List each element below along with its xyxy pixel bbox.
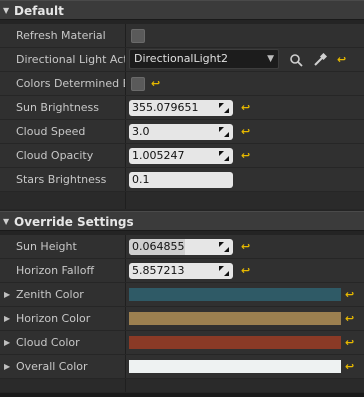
column-divider bbox=[125, 192, 126, 209]
property-label: Cloud Speed bbox=[16, 125, 86, 138]
property-label: Horizon Color bbox=[16, 312, 91, 325]
row-refresh-material: Refresh Material bbox=[0, 24, 364, 48]
drag-arrows-icon[interactable] bbox=[219, 127, 229, 137]
row-stars-brightness: Stars Brightness 0.1 bbox=[0, 168, 364, 192]
row-horizon-color: ▶ Horizon Color ↩ bbox=[0, 307, 364, 331]
row-directional-light-actor: Directional Light Actor DirectionalLight… bbox=[0, 48, 364, 72]
reset-arrow-icon[interactable]: ↩ bbox=[337, 48, 346, 72]
drag-arrows-icon[interactable] bbox=[219, 103, 229, 113]
horizon-falloff-input[interactable]: 5.857213 bbox=[129, 263, 233, 279]
section-spacer bbox=[0, 192, 364, 210]
column-divider[interactable] bbox=[125, 144, 126, 167]
zenith-color-swatch[interactable] bbox=[129, 288, 341, 301]
triangle-right-icon[interactable]: ▶ bbox=[4, 331, 10, 355]
numeric-value: 5.857213 bbox=[132, 264, 185, 277]
property-label: Sun Brightness bbox=[16, 101, 100, 114]
column-divider[interactable] bbox=[125, 331, 126, 354]
sun-height-slider[interactable]: 0.064855 bbox=[129, 239, 233, 255]
category-title: Override Settings bbox=[14, 215, 134, 229]
column-divider[interactable] bbox=[125, 307, 126, 330]
triangle-down-icon: ▼ bbox=[3, 6, 10, 15]
drag-arrows-icon[interactable] bbox=[219, 242, 229, 252]
triangle-right-icon[interactable]: ▶ bbox=[4, 283, 10, 307]
overall-color-swatch[interactable] bbox=[129, 360, 341, 373]
panel-empty-area bbox=[0, 379, 364, 393]
property-label: Overall Color bbox=[16, 360, 88, 373]
reset-arrow-icon[interactable]: ↩ bbox=[345, 283, 354, 307]
directional-light-actor-combo[interactable]: DirectionalLight2 ▼ bbox=[129, 49, 279, 69]
sun-brightness-input[interactable]: 355.079651 bbox=[129, 100, 233, 116]
column-divider[interactable] bbox=[125, 259, 126, 282]
combo-value: DirectionalLight2 bbox=[134, 52, 228, 65]
row-zenith-color: ▶ Zenith Color ↩ bbox=[0, 283, 364, 307]
category-override-settings[interactable]: ▼ Override Settings bbox=[0, 211, 364, 231]
row-cloud-opacity: Cloud Opacity 1.005247 ↩ bbox=[0, 144, 364, 168]
reset-arrow-icon[interactable]: ↩ bbox=[241, 144, 250, 168]
chevron-down-icon: ▼ bbox=[267, 54, 274, 64]
refresh-material-checkbox[interactable] bbox=[131, 29, 145, 43]
reset-arrow-icon[interactable]: ↩ bbox=[345, 331, 354, 355]
drag-arrows-icon[interactable] bbox=[219, 151, 229, 161]
property-label: Cloud Opacity bbox=[16, 149, 94, 162]
property-label: Sun Height bbox=[16, 240, 77, 253]
row-cloud-color: ▶ Cloud Color ↩ bbox=[0, 331, 364, 355]
column-divider[interactable] bbox=[125, 168, 126, 191]
column-divider[interactable] bbox=[125, 355, 126, 378]
column-divider[interactable] bbox=[125, 235, 126, 258]
triangle-down-icon: ▼ bbox=[3, 217, 10, 226]
numeric-value: 0.1 bbox=[132, 173, 150, 186]
scroll-edge bbox=[0, 393, 364, 397]
column-divider[interactable] bbox=[125, 96, 126, 119]
row-colors-determined-by: Colors Determined By ↩ bbox=[0, 72, 364, 96]
row-horizon-falloff: Horizon Falloff 5.857213 ↩ bbox=[0, 259, 364, 283]
reset-arrow-icon[interactable]: ↩ bbox=[241, 96, 250, 120]
reset-arrow-icon[interactable]: ↩ bbox=[241, 120, 250, 144]
reset-arrow-icon[interactable]: ↩ bbox=[345, 307, 354, 331]
row-overall-color: ▶ Overall Color ↩ bbox=[0, 355, 364, 379]
magnifier-icon[interactable] bbox=[289, 53, 303, 67]
eyedropper-icon[interactable] bbox=[313, 53, 327, 67]
horizon-color-swatch[interactable] bbox=[129, 312, 341, 325]
reset-arrow-icon[interactable]: ↩ bbox=[151, 72, 160, 96]
column-divider[interactable] bbox=[125, 24, 126, 47]
colors-determined-by-checkbox[interactable] bbox=[131, 77, 145, 91]
property-label: Cloud Color bbox=[16, 336, 80, 349]
numeric-value: 0.064855 bbox=[132, 240, 185, 253]
numeric-value: 1.005247 bbox=[132, 149, 185, 162]
row-sun-brightness: Sun Brightness 355.079651 ↩ bbox=[0, 96, 364, 120]
triangle-right-icon[interactable]: ▶ bbox=[4, 355, 10, 379]
category-default[interactable]: ▼ Default bbox=[0, 0, 364, 20]
cloud-color-swatch[interactable] bbox=[129, 336, 341, 349]
category-title: Default bbox=[14, 4, 64, 18]
property-label: Directional Light Actor bbox=[16, 53, 125, 66]
reset-arrow-icon[interactable]: ↩ bbox=[241, 259, 250, 283]
numeric-value: 355.079651 bbox=[132, 101, 199, 114]
column-divider[interactable] bbox=[125, 120, 126, 143]
reset-arrow-icon[interactable]: ↩ bbox=[241, 235, 250, 259]
column-divider[interactable] bbox=[125, 72, 126, 95]
column-divider[interactable] bbox=[125, 283, 126, 306]
numeric-value: 3.0 bbox=[132, 125, 150, 138]
property-label: Colors Determined By bbox=[16, 77, 125, 90]
cloud-speed-input[interactable]: 3.0 bbox=[129, 124, 233, 140]
drag-arrows-icon[interactable] bbox=[219, 266, 229, 276]
property-label: Zenith Color bbox=[16, 288, 84, 301]
property-label: Horizon Falloff bbox=[16, 264, 95, 277]
property-label: Stars Brightness bbox=[16, 173, 107, 186]
row-cloud-speed: Cloud Speed 3.0 ↩ bbox=[0, 120, 364, 144]
reset-arrow-icon[interactable]: ↩ bbox=[345, 355, 354, 379]
cloud-opacity-input[interactable]: 1.005247 bbox=[129, 148, 233, 164]
stars-brightness-input[interactable]: 0.1 bbox=[129, 172, 233, 188]
triangle-right-icon[interactable]: ▶ bbox=[4, 307, 10, 331]
column-divider[interactable] bbox=[125, 48, 126, 71]
row-sun-height: Sun Height 0.064855 ↩ bbox=[0, 235, 364, 259]
property-label: Refresh Material bbox=[16, 29, 106, 42]
column-divider bbox=[125, 379, 126, 392]
